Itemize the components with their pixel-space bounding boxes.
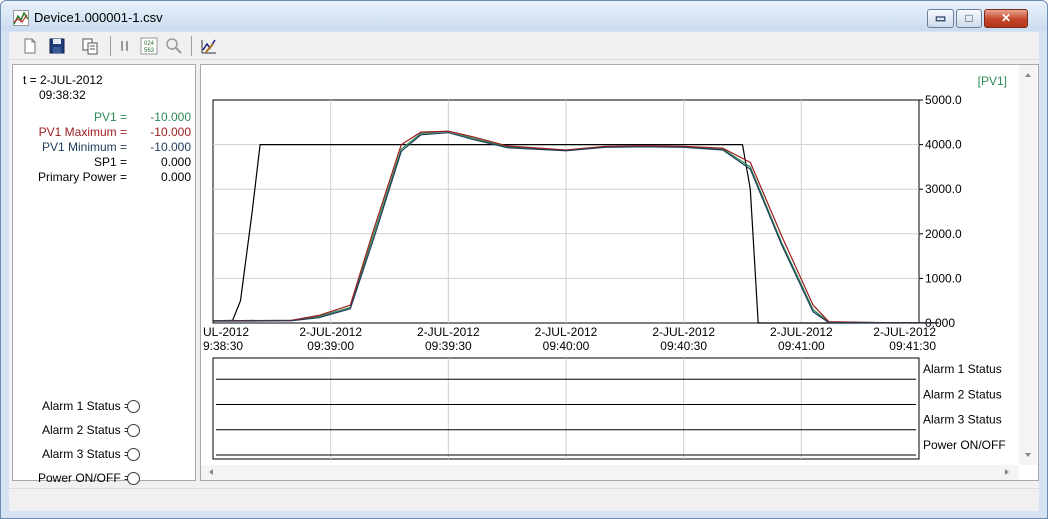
readout-label: SP1 = bbox=[93, 155, 127, 169]
alarm-label: Alarm 1 Status = bbox=[41, 399, 131, 413]
x-tick-date: UL-2012 bbox=[203, 325, 249, 339]
data-values-bottom: 563 bbox=[144, 48, 155, 54]
copy-button[interactable] bbox=[80, 36, 100, 56]
window-title: Device1.000001-1.csv bbox=[34, 10, 163, 25]
readout-row: PV1 Minimum = -10.000 bbox=[13, 140, 195, 155]
data-values-top: 024 bbox=[144, 41, 155, 47]
x-tick-date: 2-JUL-2012 bbox=[299, 325, 362, 339]
x-tick-time: 09:39:30 bbox=[425, 339, 472, 353]
readout-value: 0.000 bbox=[160, 170, 191, 184]
status-row-label: Alarm 3 Status bbox=[923, 413, 1002, 427]
status-row-label: Alarm 2 Status bbox=[923, 387, 1002, 401]
readout-time-date: t = 2-JUL-2012 bbox=[23, 73, 103, 87]
readout-value: -10.000 bbox=[150, 140, 191, 154]
toolbar-separator bbox=[191, 36, 192, 56]
app-window: Device1.000001-1.csv ▭ □ ✕ 024 563 t = 2… bbox=[0, 0, 1048, 519]
zoom-button[interactable] bbox=[164, 36, 184, 56]
x-tick-date: 2-JUL-2012 bbox=[873, 325, 936, 339]
x-tick-time: 09:39:00 bbox=[307, 339, 354, 353]
minimize-button[interactable]: ▭ bbox=[927, 9, 954, 28]
vertical-scrollbar[interactable] bbox=[1019, 65, 1037, 465]
alarm-label: Alarm 2 Status = bbox=[41, 423, 131, 437]
readout-time-value: 09:38:32 bbox=[39, 88, 86, 102]
readout-label: PV1 Minimum = bbox=[41, 140, 127, 154]
close-button[interactable]: ✕ bbox=[984, 9, 1028, 28]
toolbar-separator bbox=[110, 36, 111, 56]
new-file-button[interactable] bbox=[20, 36, 40, 56]
x-tick-time: 09:40:30 bbox=[660, 339, 707, 353]
x-tick-time: 09:41:30 bbox=[889, 339, 936, 353]
readout-panel: t = 2-JUL-2012 09:38:32 PV1 = -10.000 PV1 … bbox=[12, 64, 196, 485]
alarm-row: Alarm 3 Status = bbox=[13, 447, 195, 463]
status-led-icon bbox=[127, 400, 140, 413]
x-tick-date: 2-JUL-2012 bbox=[535, 325, 598, 339]
pause-button[interactable] bbox=[115, 36, 135, 56]
readout-label: PV1 = bbox=[93, 110, 127, 124]
y-tick-label: 2000.0 bbox=[925, 227, 962, 241]
readout-row: PV1 = -10.000 bbox=[13, 110, 195, 125]
chart-settings-button[interactable] bbox=[199, 36, 219, 56]
app-chart-icon bbox=[13, 10, 29, 26]
save-button[interactable] bbox=[47, 36, 67, 56]
toolbar: 024 563 bbox=[9, 32, 1039, 60]
readout-value: 0.000 bbox=[160, 155, 191, 169]
client-area: 024 563 t = 2-JUL-2012 09:38:32 PV1 = -10… bbox=[9, 32, 1039, 511]
x-tick-time: 09:40:00 bbox=[543, 339, 590, 353]
y-tick-label: 5000.0 bbox=[925, 93, 962, 107]
chart-legend: [PV1] bbox=[978, 74, 1007, 88]
chart-panel: 5000.0 4000.0 3000.0 2000.0 1000.0 0.000 UL-20… bbox=[200, 64, 1039, 481]
readout-value: -10.000 bbox=[150, 110, 191, 124]
status-led-icon bbox=[127, 472, 140, 485]
data-values-button[interactable]: 024 563 bbox=[139, 36, 159, 56]
x-tick-date: 2-JUL-2012 bbox=[652, 325, 715, 339]
readout-row: PV1 Maximum = -10.000 bbox=[13, 125, 195, 140]
y-tick-label: 3000.0 bbox=[925, 182, 962, 196]
y-tick-label: 4000.0 bbox=[925, 138, 962, 152]
readout-label: PV1 Maximum = bbox=[38, 125, 127, 139]
title-bar[interactable]: Device1.000001-1.csv ▭ □ ✕ bbox=[1, 1, 1047, 31]
alarm-label: Alarm 3 Status = bbox=[41, 447, 131, 461]
y-tick-label: 1000.0 bbox=[925, 271, 962, 285]
alarm-row: Alarm 2 Status = bbox=[13, 423, 195, 439]
status-row-label: Power ON/OFF bbox=[923, 438, 1006, 452]
status-led-icon bbox=[127, 448, 140, 461]
readout-value: -10.000 bbox=[150, 125, 191, 139]
status-bar bbox=[9, 488, 1039, 511]
maximize-icon: □ bbox=[965, 11, 973, 25]
readout-label: Primary Power = bbox=[37, 170, 127, 184]
x-tick-time: 9:38:30 bbox=[203, 339, 243, 353]
readout-row: SP1 = 0.000 bbox=[13, 155, 195, 170]
trend-chart[interactable]: 5000.04000.03000.02000.01000.00.000UL-20… bbox=[201, 65, 1038, 480]
maximize-button[interactable]: □ bbox=[956, 9, 982, 28]
alarm-row: Alarm 1 Status = bbox=[13, 399, 195, 415]
alarm-label: Power ON/OFF = bbox=[37, 471, 131, 485]
status-row-label: Alarm 1 Status bbox=[923, 362, 1002, 376]
status-led-icon bbox=[127, 424, 140, 437]
alarm-row: Power ON/OFF = bbox=[13, 471, 195, 487]
close-icon: ✕ bbox=[1000, 11, 1012, 25]
minimize-icon: ▭ bbox=[934, 11, 947, 25]
readout-row: Primary Power = 0.000 bbox=[13, 170, 195, 185]
horizontal-scrollbar[interactable] bbox=[201, 465, 1019, 480]
x-tick-date: 2-JUL-2012 bbox=[770, 325, 833, 339]
x-tick-date: 2-JUL-2012 bbox=[417, 325, 480, 339]
x-tick-time: 09:41:00 bbox=[778, 339, 825, 353]
